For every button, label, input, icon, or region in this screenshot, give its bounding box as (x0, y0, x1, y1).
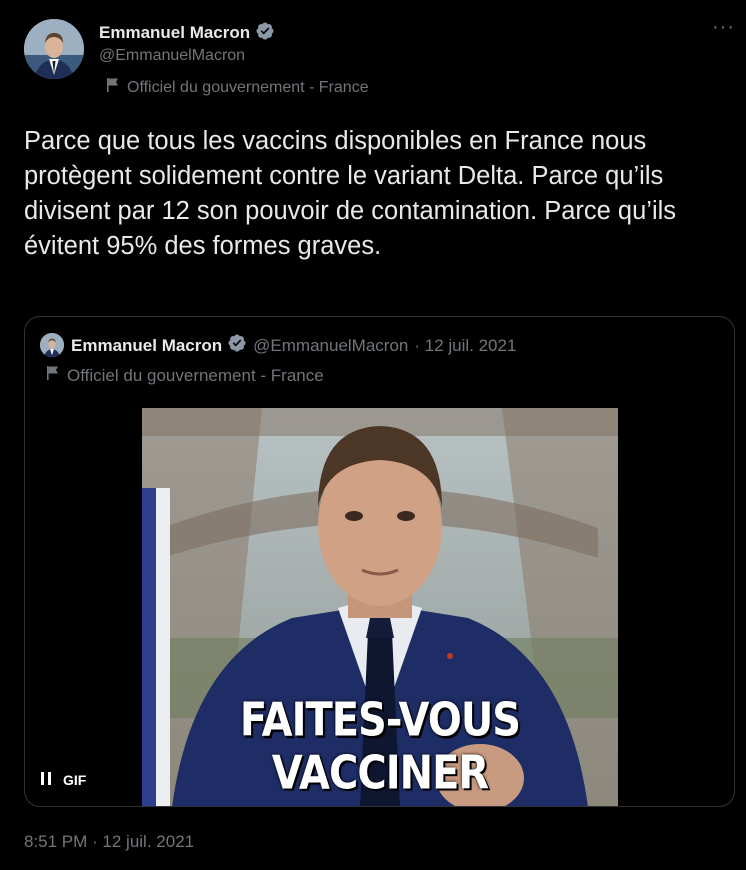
gif-controls[interactable]: GIF (41, 772, 86, 788)
author-handle[interactable]: @EmmanuelMacron (99, 47, 245, 65)
pause-icon[interactable] (41, 772, 51, 788)
verified-badge-icon (227, 333, 247, 358)
flag-icon (46, 365, 60, 386)
government-label-text: Officiel du gouvernement - France (127, 78, 369, 96)
verified-badge-icon (255, 21, 275, 46)
government-label: Officiel du gouvernement - France (106, 77, 369, 98)
quoted-author-avatar[interactable] (40, 333, 64, 357)
quoted-date[interactable]: · 12 juil. 2021 (414, 336, 516, 356)
tweet-text: Parce que tous les vaccins disponibles e… (24, 127, 677, 260)
author-name[interactable]: Emmanuel Macron (99, 21, 275, 46)
gif-caption-text: FAITES-VOUS VACCINER (239, 694, 521, 800)
gif-caption: FAITES-VOUS VACCINER (142, 694, 618, 800)
quoted-government-label: Officiel du gouvernement - France (46, 365, 324, 386)
quoted-author-name[interactable]: Emmanuel Macron (71, 336, 222, 356)
quoted-author-handle[interactable]: @EmmanuelMacron (253, 336, 408, 356)
flag-icon (106, 77, 120, 98)
more-icon[interactable]: ··· (712, 16, 735, 39)
quoted-header: Emmanuel Macron @EmmanuelMacron · 12 jui… (71, 333, 516, 358)
quoted-tweet[interactable]: Emmanuel Macron @EmmanuelMacron · 12 jui… (24, 316, 735, 807)
author-avatar[interactable] (24, 19, 84, 79)
author-name-text[interactable]: Emmanuel Macron (99, 23, 250, 42)
quoted-government-label-text: Officiel du gouvernement - France (67, 365, 324, 385)
gif-badge: GIF (63, 772, 87, 788)
tweet-timestamp[interactable]: 8:51 PM · 12 juil. 2021 (24, 832, 194, 852)
